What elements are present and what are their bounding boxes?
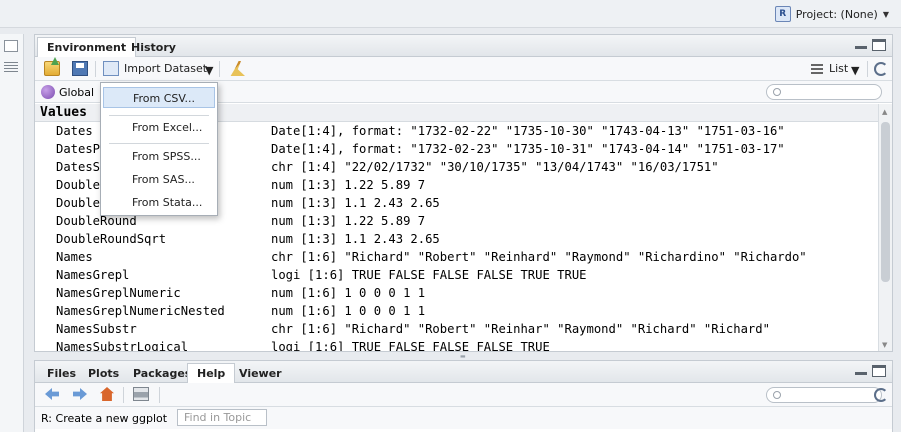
menu-item-from-stata[interactable]: From Stata... <box>103 192 215 213</box>
variable-name: NamesGrepl <box>56 268 130 282</box>
project-menu[interactable]: R Project: (None) ▼ <box>774 6 889 22</box>
restore-pane-button[interactable] <box>4 40 18 52</box>
toolbar-divider <box>219 61 220 77</box>
variable-name: NamesSubstrLogical <box>56 340 189 351</box>
variable-name: NamesGreplNumericNested <box>56 304 225 318</box>
scroll-down-icon[interactable]: ▼ <box>882 341 887 349</box>
menu-divider <box>109 115 209 116</box>
outline-icon[interactable] <box>4 62 18 72</box>
global-environment-icon <box>41 85 55 99</box>
variable-value: chr [1:6] "Richard" "Robert" "Reinhard" … <box>271 250 807 264</box>
menu-item-from-excel[interactable]: From Excel... <box>103 117 215 138</box>
variable-value: Date[1:4], format: "1732-02-22" "1735-10… <box>271 124 785 138</box>
import-dataset-menu: From CSV... From Excel... From SPSS... F… <box>100 82 218 216</box>
pane-splitter[interactable]: ▬ <box>34 352 893 360</box>
toolbar-divider <box>95 61 96 77</box>
forward-arrow-icon[interactable] <box>73 388 87 400</box>
view-mode-dropdown[interactable]: List <box>829 62 848 75</box>
splitter-grip-icon: ▬ <box>460 353 466 360</box>
variable-name: DatesP <box>56 142 101 156</box>
help-topic-bar: R: Create a new ggplot Find in Topic <box>35 407 892 429</box>
maximize-pane-button[interactable] <box>872 365 886 377</box>
variable-value: logi [1:6] TRUE FALSE FALSE FALSE TRUE T… <box>271 268 587 282</box>
maximize-pane-button[interactable] <box>872 39 886 51</box>
scrollbar-thumb[interactable] <box>881 122 890 282</box>
chevron-down-icon[interactable]: ▼ <box>851 64 859 77</box>
env-toolbar: Import Dataset ▼ List ▼ <box>35 57 892 81</box>
scope-label: Global <box>59 85 95 99</box>
tab-viewer[interactable]: Viewer <box>229 363 292 383</box>
minimize-pane-button[interactable] <box>854 365 868 377</box>
env-tabbar: Environment History <box>35 35 892 58</box>
variable-name: Double <box>56 196 101 210</box>
minimize-pane-button[interactable] <box>854 39 868 51</box>
env-search-input[interactable] <box>766 84 882 100</box>
find-in-topic-input[interactable]: Find in Topic <box>177 409 267 426</box>
load-workspace-icon[interactable] <box>44 61 60 76</box>
menu-item-from-sas[interactable]: From SAS... <box>103 169 215 190</box>
table-row[interactable]: NamesSubstrLogical logi [1:6] TRUE FALSE … <box>35 338 878 351</box>
variable-value: num [1:3] 1.1 2.43 2.65 <box>271 232 440 246</box>
help-pane: Files Plots Packages Help Viewer R: Crea… <box>34 360 893 432</box>
tab-plots[interactable]: Plots <box>78 363 129 383</box>
pane-window-controls <box>854 39 886 51</box>
toolbar-divider <box>867 61 868 77</box>
menu-item-from-csv[interactable]: From CSV... <box>103 87 215 108</box>
toolbar-divider <box>159 387 160 403</box>
top-bar: R Project: (None) ▼ <box>0 0 901 28</box>
variable-value: num [1:3] 1.22 5.89 7 <box>271 214 426 228</box>
home-icon[interactable] <box>100 387 114 401</box>
variable-value: num [1:6] 1 0 0 0 1 1 <box>271 304 426 318</box>
variable-value: num [1:6] 1 0 0 0 1 1 <box>271 286 426 300</box>
variable-name: NamesSubstr <box>56 322 137 336</box>
menu-item-from-spss[interactable]: From SPSS... <box>103 146 215 167</box>
variable-value: Date[1:4], format: "1732-02-23" "1735-10… <box>271 142 785 156</box>
chevron-down-icon: ▼ <box>882 9 889 19</box>
clear-workspace-icon[interactable] <box>230 61 245 76</box>
help-toolbar <box>35 383 892 407</box>
toolbar-divider <box>123 387 124 403</box>
table-row[interactable]: DoubleRoundSqrt num [1:3] 1.1 2.43 2.65 <box>35 230 878 248</box>
scroll-up-icon[interactable]: ▲ <box>882 108 887 116</box>
variable-name: NamesGreplNumeric <box>56 286 181 300</box>
variable-value: num [1:3] 1.1 2.43 2.65 <box>271 196 440 210</box>
save-workspace-icon[interactable] <box>72 61 88 76</box>
print-icon[interactable] <box>133 387 149 401</box>
left-pane-collapsed <box>0 34 24 432</box>
variable-name: Dates <box>56 124 93 138</box>
pane-window-controls <box>854 365 886 377</box>
variable-value: chr [1:6] "Richard" "Robert" "Reinhar" "… <box>271 322 770 336</box>
variable-value: chr [1:4] "22/02/1732" "30/10/1735" "13/… <box>271 160 719 174</box>
tab-history[interactable]: History <box>121 37 186 57</box>
chevron-down-icon[interactable]: ▼ <box>205 64 213 77</box>
variable-name: Double <box>56 178 101 192</box>
variable-name: DoubleRoundSqrt <box>56 232 167 246</box>
table-row[interactable]: NamesGreplNumeric num [1:6] 1 0 0 0 1 1 <box>35 284 878 302</box>
help-tabbar: Files Plots Packages Help Viewer <box>35 361 892 384</box>
import-dataset-button[interactable]: Import Dataset <box>124 62 207 75</box>
environment-scope-dropdown[interactable]: Global <box>41 85 94 99</box>
help-topic-dropdown[interactable]: R: Create a new ggplot <box>41 412 167 425</box>
table-row[interactable]: NamesGrepl logi [1:6] TRUE FALSE FALSE FA… <box>35 266 878 284</box>
menu-divider <box>109 143 209 144</box>
r-project-icon: R <box>774 6 791 22</box>
import-dataset-icon[interactable] <box>103 61 119 76</box>
variable-name: Names <box>56 250 93 264</box>
list-view-icon <box>811 64 823 74</box>
table-row[interactable]: NamesGreplNumericNested num [1:6] 1 0 0 0… <box>35 302 878 320</box>
refresh-icon[interactable] <box>874 388 888 402</box>
variable-value: num [1:3] 1.22 5.89 7 <box>271 178 426 192</box>
back-arrow-icon[interactable] <box>45 388 59 400</box>
variable-name: DatesS <box>56 160 101 174</box>
env-vertical-scrollbar[interactable]: ▲ ▼ <box>878 104 892 351</box>
table-row[interactable]: Names chr [1:6] "Richard" "Robert" "Reinh… <box>35 248 878 266</box>
project-label: Project: (None) <box>795 7 878 21</box>
help-search-input[interactable] <box>766 387 882 403</box>
refresh-icon[interactable] <box>874 62 888 76</box>
table-row[interactable]: NamesSubstr chr [1:6] "Richard" "Robert" … <box>35 320 878 338</box>
variable-value: logi [1:6] TRUE FALSE FALSE FALSE TRUE <box>271 340 550 351</box>
